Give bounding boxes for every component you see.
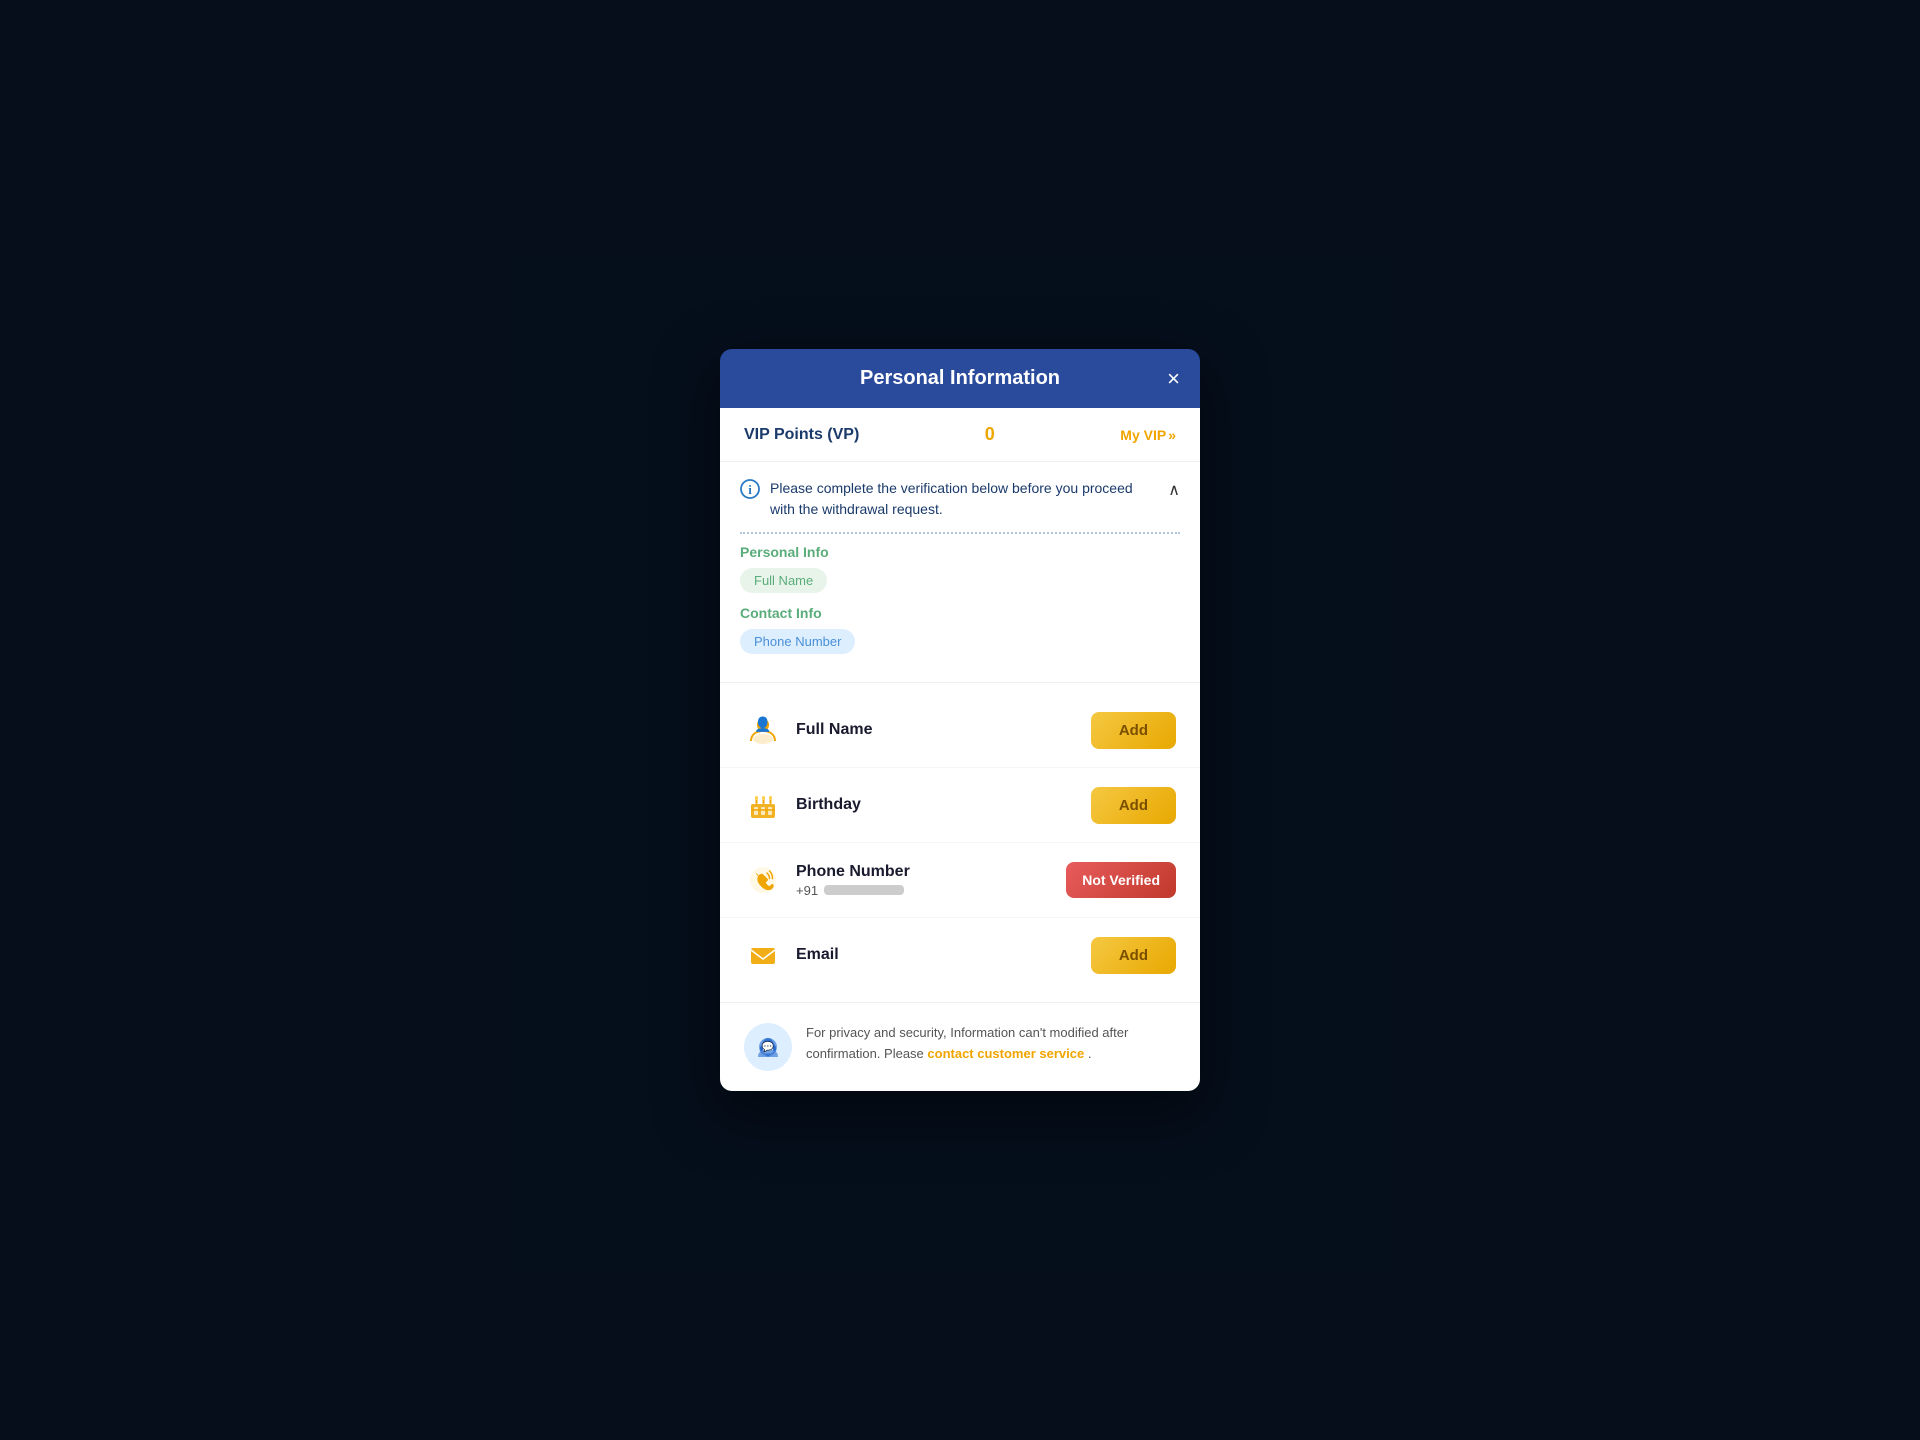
- full-name-tag: Full Name: [740, 568, 827, 593]
- verification-notice: i Please complete the verification below…: [740, 478, 1180, 520]
- dotted-divider: [740, 532, 1180, 534]
- birthday-info: Birthday: [796, 796, 1077, 814]
- phone-number-row: Phone Number +91 Not Verified: [720, 843, 1200, 918]
- svg-text:i: i: [748, 482, 752, 497]
- chevron-up-icon[interactable]: ∧: [1168, 480, 1180, 500]
- svg-text:👤: 👤: [754, 716, 771, 733]
- vip-section: VIP Points (VP) 0 My VIP »: [720, 408, 1200, 462]
- vip-points: 0: [985, 424, 995, 445]
- close-button[interactable]: ×: [1167, 368, 1180, 390]
- phone-not-verified-button[interactable]: Not Verified: [1066, 862, 1176, 898]
- fields-section: 👤 Full Name Add: [720, 683, 1200, 1003]
- personal-info-modal: Personal Information × VIP Points (VP) 0…: [720, 349, 1200, 1091]
- full-name-add-button[interactable]: Add: [1091, 712, 1176, 749]
- info-icon: i: [740, 479, 760, 504]
- full-name-row: 👤 Full Name Add: [720, 693, 1200, 768]
- my-vip-link[interactable]: My VIP »: [1120, 427, 1176, 443]
- modal-title: Personal Information: [744, 367, 1176, 390]
- phone-number-value: +91: [796, 883, 1052, 898]
- email-add-button[interactable]: Add: [1091, 937, 1176, 974]
- contact-customer-service-link[interactable]: contact customer service: [927, 1046, 1084, 1061]
- phone-number-label: Phone Number: [796, 863, 1052, 881]
- phone-country-code: +91: [796, 883, 818, 898]
- footer-period: .: [1084, 1046, 1091, 1061]
- contact-info-label: Contact Info: [740, 605, 1180, 621]
- personal-info-group: Personal Info Full Name: [740, 544, 1180, 593]
- email-info: Email: [796, 946, 1077, 964]
- phone-icon: [744, 861, 782, 899]
- phone-number-tag: Phone Number: [740, 629, 855, 654]
- email-row: Email Add: [720, 918, 1200, 992]
- support-icon: 💬: [744, 1023, 792, 1071]
- personal-info-label: Personal Info: [740, 544, 1180, 560]
- footer-text: For privacy and security, Information ca…: [806, 1023, 1176, 1065]
- vip-label: VIP Points (VP): [744, 426, 859, 444]
- notice-text: Please complete the verification below b…: [770, 478, 1158, 520]
- contact-info-group: Contact Info Phone Number: [740, 605, 1180, 654]
- birthday-add-button[interactable]: Add: [1091, 787, 1176, 824]
- phone-masked-number: [824, 885, 904, 895]
- modal-header: Personal Information ×: [720, 349, 1200, 408]
- full-name-label: Full Name: [796, 721, 1077, 739]
- phone-number-info: Phone Number +91: [796, 863, 1052, 898]
- modal-overlay: Personal Information × VIP Points (VP) 0…: [0, 0, 1920, 1440]
- email-icon: [744, 936, 782, 974]
- footer-section: 💬 For privacy and security, Information …: [720, 1003, 1200, 1091]
- svg-text:💬: 💬: [762, 1040, 775, 1053]
- birthday-label: Birthday: [796, 796, 1077, 814]
- full-name-info: Full Name: [796, 721, 1077, 739]
- user-icon: 👤: [744, 711, 782, 749]
- birthday-row: Birthday Add: [720, 768, 1200, 843]
- birthday-icon: [744, 786, 782, 824]
- email-label: Email: [796, 946, 1077, 964]
- verification-section: i Please complete the verification below…: [720, 462, 1200, 683]
